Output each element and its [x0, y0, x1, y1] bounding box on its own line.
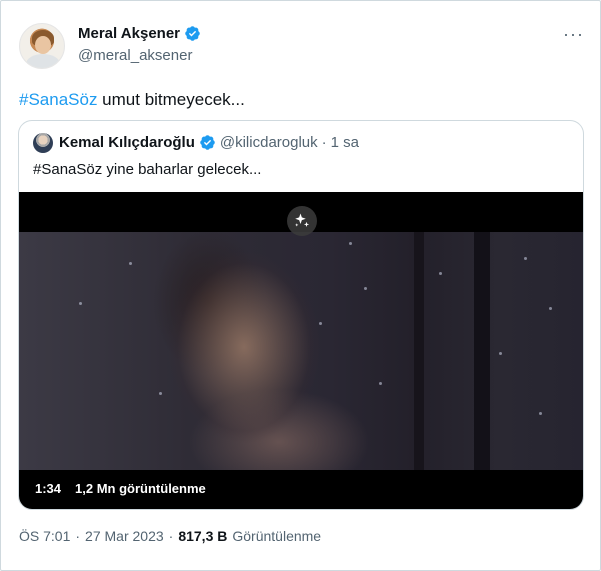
- view-count: 817,3 B: [178, 528, 228, 544]
- separator-dot: ·: [75, 528, 81, 544]
- sparkle-button[interactable]: [287, 206, 317, 236]
- separator-dot: ·: [168, 528, 174, 544]
- video-thumbnail: [19, 232, 583, 470]
- video-duration: 1:34: [35, 481, 62, 496]
- tweet-body: umut bitmeyecek...: [97, 90, 245, 109]
- quoted-author-name[interactable]: Kemal Kılıçdaroğlu: [59, 134, 195, 151]
- author-avatar[interactable]: [19, 23, 65, 69]
- video-player[interactable]: 1:34 1,2 Mn görüntülenme: [19, 192, 583, 509]
- tweet-time[interactable]: ÖS 7:01: [19, 528, 70, 544]
- more-horizontal-icon[interactable]: ···: [563, 25, 584, 43]
- quoted-tweet[interactable]: Kemal Kılıçdaroğlu @kilicdarogluk · 1 sa…: [18, 120, 584, 510]
- tweet-date[interactable]: 27 Mar 2023: [85, 528, 164, 544]
- separator-dot: ·: [321, 134, 327, 151]
- video-views: 1,2 Mn görüntülenme: [75, 481, 206, 496]
- hashtag-link[interactable]: #SanaSöz: [19, 90, 97, 109]
- author-handle[interactable]: @meral_aksener: [78, 47, 192, 64]
- quoted-author-handle[interactable]: @kilicdarogluk: [220, 134, 318, 151]
- tweet-card: Meral Akşener @meral_aksener ··· #SanaSö…: [0, 0, 601, 571]
- video-meta: 1:34 1,2 Mn görüntülenme: [35, 481, 206, 496]
- quoted-text: #SanaSöz yine baharlar gelecek...: [33, 161, 262, 178]
- quoted-header: Kemal Kılıçdaroğlu @kilicdarogluk · 1 sa: [59, 134, 359, 151]
- quoted-author-avatar[interactable]: [33, 133, 53, 153]
- sparkle-icon: [295, 213, 310, 227]
- tweet-footer: ÖS 7:01 · 27 Mar 2023 · 817,3 B Görüntül…: [19, 528, 321, 544]
- verified-badge-icon: [200, 135, 215, 150]
- verified-badge-icon: [185, 26, 200, 41]
- quoted-timestamp[interactable]: 1 sa: [331, 134, 359, 151]
- author-name-row: Meral Akşener: [78, 25, 201, 42]
- author-name[interactable]: Meral Akşener: [78, 25, 180, 42]
- tweet-text: #SanaSöz umut bitmeyecek...: [19, 89, 245, 111]
- view-label: Görüntülenme: [232, 528, 322, 544]
